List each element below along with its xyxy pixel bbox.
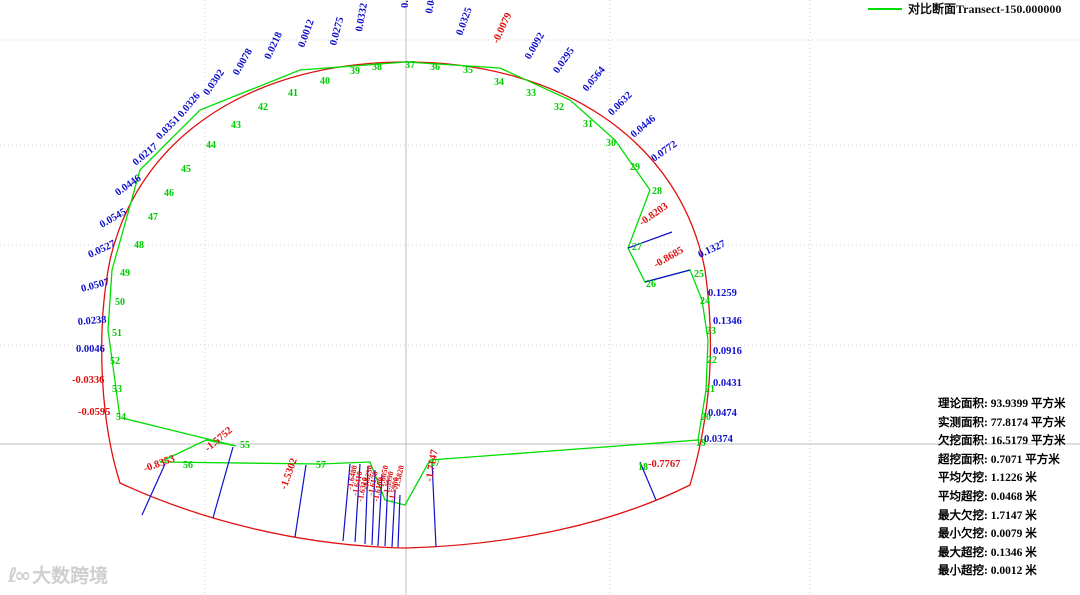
point-id-55: 55 [240, 440, 250, 451]
point-id-51: 51 [112, 328, 122, 339]
point-id-38: 38 [372, 62, 382, 73]
stat-row-overbreak-area: 超挖面积: 0.7071 平方米 [938, 453, 1060, 466]
point-id-26: 26 [646, 279, 656, 290]
transect-drawing: 37 0.0485 36 0.0450 35 0.0325 34 -0.0079 33 0.009… [0, 0, 1080, 595]
deviation-label-52: 0.0046 [76, 344, 105, 355]
point-id-28: 28 [652, 186, 662, 197]
deviation-label-56: -0.8353 [142, 453, 176, 474]
deviation-line-1 [212, 446, 234, 519]
deviation-label-50: 0.0507 [80, 277, 111, 295]
stat-row-measured-area: 实测面积: 77.8174 平方米 [938, 416, 1066, 429]
deviation-label-36: 0.0450 [424, 0, 440, 15]
measured-profile-outline [107, 61, 709, 506]
legend: 对比断面Transect-150.000000 [868, 0, 1061, 17]
deviation-label-31: 0.0564 [581, 64, 608, 94]
stat-row-min-underbreak: 最小欠挖: 0.0079 米 [938, 528, 1037, 541]
point-id-43: 43 [231, 120, 241, 131]
point-id-18: 18 [638, 462, 648, 473]
stat-row-avg-overbreak: 平均超挖: 0.0468 米 [938, 490, 1037, 503]
point-id-23: 23 [706, 326, 716, 337]
deviation-label-47: 0.0446 [113, 173, 143, 199]
deviation-label-33: 0.0092 [523, 31, 547, 62]
stat-row-theoretical-area: 理论面积: 93.9399 平方米 [938, 398, 1066, 410]
deviation-label-19: 0.0374 [704, 434, 734, 445]
deviation-label-32: 0.0295 [551, 46, 577, 76]
point-id-31: 31 [583, 119, 593, 130]
deviation-label-30: 0.0632 [606, 90, 634, 118]
stat-row-max-underbreak: 最大欠挖: 1.7147 米 [938, 509, 1037, 522]
floor-deviation-label-9: -1.5820 [392, 464, 406, 490]
deviation-label-38: 0.0332 [354, 2, 370, 32]
point-id-37: 37 [405, 60, 415, 71]
point-id-49: 49 [120, 268, 130, 279]
deviation-label-25: 0.1327 [697, 239, 728, 261]
deviation-label-40: 0.0012 [296, 18, 316, 49]
watermark: ℓ∞ 大数跨境 [8, 561, 108, 588]
stat-row-max-overbreak: 最大超挖: 0.1346 米 [938, 546, 1037, 559]
deviation-label-45: 0.0351 [154, 114, 182, 142]
point-id-39: 39 [350, 66, 360, 77]
stat-row-underbreak-area: 欠挖面积: 16.5179 平方米 [938, 435, 1066, 448]
point-id-57: 57 [316, 460, 326, 471]
deviation-label-26: -0.8685 [652, 245, 686, 271]
point-id-27: 27 [632, 242, 642, 253]
watermark-logo-icon: ℓ∞ [8, 562, 31, 587]
deviation-label-57: -1.5302 [278, 457, 299, 491]
point-id-52: 52 [110, 356, 120, 367]
point-id-46: 46 [164, 188, 174, 199]
point-id-32: 32 [554, 102, 564, 113]
deviation-label-54: -0.0595 [78, 407, 110, 418]
point-id-47: 47 [148, 212, 158, 223]
deviation-label-22: 0.0916 [713, 346, 742, 357]
deviation-label-24: 0.1259 [708, 288, 737, 299]
deviation-label-28: 0.0772 [649, 139, 679, 165]
point-id-56: 56 [183, 460, 193, 471]
point-id-50: 50 [115, 297, 125, 308]
point-id-34: 34 [494, 77, 504, 88]
point-id-33: 33 [526, 88, 536, 99]
watermark-text: 大数跨境 [32, 565, 109, 587]
point-id-30: 30 [606, 138, 616, 149]
stat-row-avg-underbreak: 平均欠挖: 1.1226 米 [938, 472, 1037, 485]
point-id-25: 25 [694, 269, 704, 280]
point-id-29: 29 [630, 162, 640, 173]
point-id-40: 40 [320, 76, 330, 87]
deviation-label-39: 0.0275 [328, 16, 346, 47]
deviation-label-34: -0.0079 [491, 11, 515, 45]
stat-row-min-overbreak: 最小超挖: 0.0012 米 [938, 565, 1037, 578]
legend-line-swatch [868, 7, 902, 10]
point-id-35: 35 [463, 65, 473, 76]
transect-canvas: 37 0.0485 36 0.0450 35 0.0325 34 -0.0079 33 0.009… [0, 0, 1080, 595]
deviation-label-29: 0.0446 [629, 113, 658, 140]
deviation-label-20: 0.0474 [708, 408, 738, 419]
point-id-42: 42 [258, 102, 268, 113]
point-id-48: 48 [134, 240, 144, 251]
deviation-label-18: -0.7767 [648, 459, 680, 470]
deviation-label-42: 0.0078 [231, 47, 255, 78]
point-id-44: 44 [206, 140, 216, 151]
point-id-41: 41 [288, 88, 298, 99]
point-id-54: 54 [116, 412, 126, 423]
deviation-label-37: 0.0485 [400, 0, 411, 8]
deviation-line-2 [294, 464, 307, 538]
deviation-label-23: 0.1346 [713, 316, 742, 327]
point-id-45: 45 [181, 164, 191, 175]
legend-label: 对比断面Transect-150.000000 [908, 2, 1062, 16]
deviation-label-35: 0.0325 [454, 6, 474, 37]
deviation-label-27: -0.8203 [637, 201, 670, 229]
deviation-label-21: 0.0431 [713, 378, 742, 389]
deviation-label-53: -0.0336 [72, 375, 104, 386]
deviation-label-41: 0.0218 [263, 30, 285, 61]
point-id-53: 53 [112, 384, 122, 395]
statistics-panel: 理论面积: 93.9399 平方米 实测面积: 77.8174 平方米 欠挖面积… [938, 395, 1065, 581]
deviation-label-44: 0.0326 [176, 91, 203, 120]
deviation-label-49: 0.0527 [87, 239, 118, 261]
point-id-36: 36 [430, 62, 440, 73]
